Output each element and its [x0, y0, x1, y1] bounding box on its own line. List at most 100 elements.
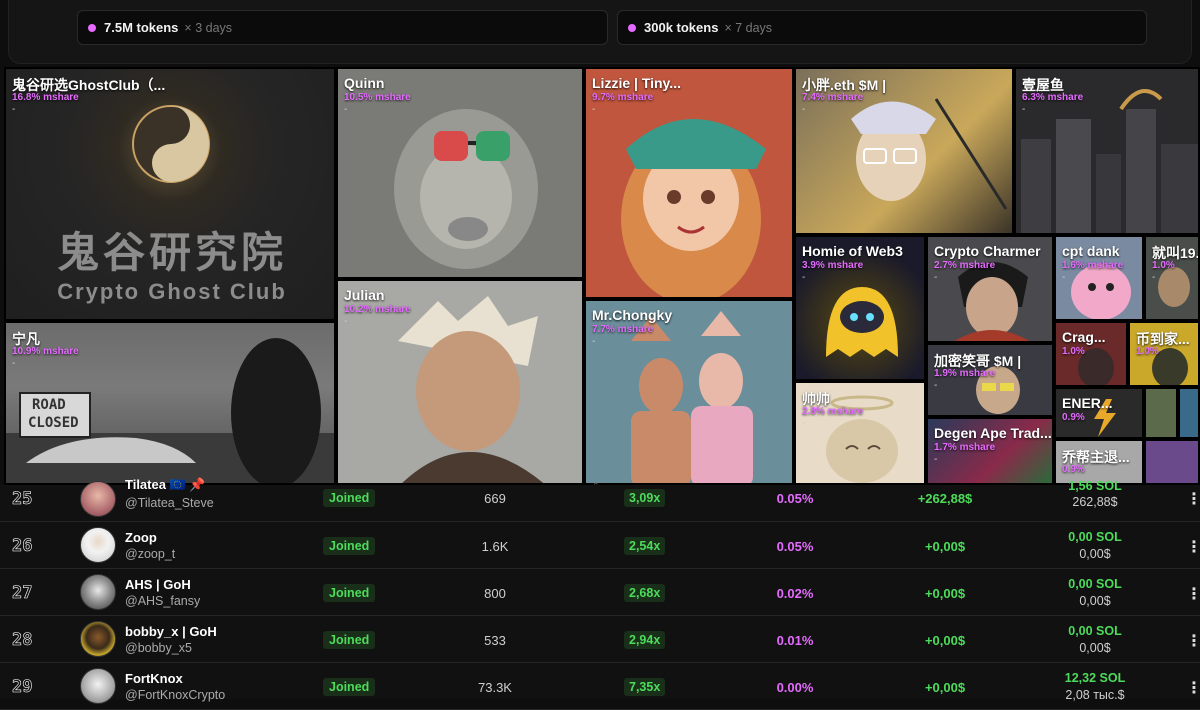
tile-mshare: 1.0%	[1062, 346, 1085, 357]
token-pool-3-days[interactable]: 7.5M tokens × 3 days	[77, 10, 608, 45]
treemap-tile-crag[interactable]: Crag... 1.0%	[1054, 321, 1128, 387]
treemap-tile-shuaishuai[interactable]: 帅帅 2.8% mshare -	[794, 381, 926, 485]
followers-count: 533	[484, 633, 506, 648]
treemap-tile-cryptocharmer[interactable]: Crypto Charmer 2.7% mshare -	[926, 235, 1054, 343]
row-rank: 25	[12, 489, 33, 510]
multiplier-badge: 2,54x	[624, 537, 666, 555]
usd-balance: 0,00$	[1079, 594, 1111, 608]
multiplier-badge: 3,09x	[624, 489, 666, 507]
table-row[interactable]: 29 FortKnox @FortKnoxCrypto Joined 73.3K…	[0, 663, 1200, 710]
multiplier-badge: 2,94x	[624, 631, 666, 649]
user-name[interactable]: FortKnox	[125, 671, 183, 686]
tile-mshare: 6.3% mshare	[1022, 92, 1084, 103]
sol-balance: 0,00 SOL	[1068, 577, 1122, 591]
row-rank: 28	[12, 630, 33, 651]
sol-balance: 1,56 SOL	[1068, 479, 1122, 493]
tile-mshare: 9.7% mshare	[592, 92, 654, 103]
table-row[interactable]: 26 Zoop @zoop_t Joined 1.6K 2,54x 0.05% …	[0, 522, 1200, 569]
usd-balance: 0,00$	[1079, 641, 1111, 655]
multiplier-badge: 7,35x	[624, 678, 666, 696]
tile-change: -	[12, 358, 16, 369]
tile-mshare: 1.0%	[1136, 346, 1159, 357]
user-handle[interactable]: @bobby_x5	[125, 641, 192, 655]
table-row[interactable]: 27 AHS | GoH @AHS_fansy Joined 800 2,68x…	[0, 569, 1200, 616]
user-name[interactable]: AHS | GoH	[125, 577, 191, 592]
mshare-value: 0.05%	[776, 539, 814, 554]
user-handle[interactable]: @FortKnoxCrypto	[125, 688, 225, 702]
avatar[interactable]	[80, 527, 116, 563]
multiplier-badge: 2,68x	[624, 584, 666, 602]
avatar[interactable]	[80, 481, 116, 517]
tile-name: ENER...	[1062, 395, 1113, 411]
status-badge: Joined	[323, 584, 376, 602]
treemap-tile-small-avatar[interactable]	[1178, 387, 1200, 439]
profit-value: +0,00$	[924, 539, 966, 554]
tile-mshare: 10.9% mshare	[12, 346, 79, 357]
tile-change: -	[934, 380, 938, 391]
row-rank: 29	[12, 677, 33, 698]
table-row[interactable]: 25 Tilatea 🇪🇺 📌 @Tilatea_Steve Joined 66…	[0, 475, 1200, 522]
ghostclub-logo-subtext: Crypto Ghost Club	[57, 279, 287, 304]
tile-mshare: 1.0%	[1152, 260, 1175, 271]
sol-balance: 12,32 SOL	[1064, 671, 1126, 685]
road-sign-text: CLOSED	[28, 415, 79, 431]
treemap-tile-lizzie[interactable]: Lizzie | Tiny... 9.7% mshare -	[584, 67, 794, 299]
user-handle[interactable]: @Tilatea_Steve	[125, 496, 214, 510]
more-options-icon[interactable]: ⋮	[1186, 678, 1200, 698]
more-options-icon[interactable]: ⋮	[1186, 537, 1200, 557]
tile-name: Quinn	[344, 75, 385, 91]
user-handle[interactable]: @zoop_t	[125, 547, 175, 561]
tile-change: -	[802, 104, 806, 115]
tile-mshare: 3.9% mshare	[802, 260, 864, 271]
tile-mshare: 7.7% mshare	[592, 324, 654, 335]
tile-name: Homie of Web3	[802, 243, 903, 259]
more-options-icon[interactable]: ⋮	[1186, 584, 1200, 604]
treemap-tile-julian[interactable]: Julian 10.2% mshare -	[336, 279, 584, 485]
row-rank: 26	[12, 536, 33, 557]
treemap-tile-homie[interactable]: Homie of Web3 3.9% mshare -	[794, 235, 926, 381]
treemap-tile-yiwuyu[interactable]: 壹屋鱼 6.3% mshare -	[1014, 67, 1200, 235]
table-row[interactable]: 28 bobby_x | GoH @bobby_x5 Joined 533 2,…	[0, 616, 1200, 663]
reward-pools-panel: 7.5M tokens × 3 days 300k tokens × 7 day…	[8, 0, 1192, 64]
user-name[interactable]: Tilatea 🇪🇺 📌	[125, 477, 206, 493]
followers-count: 1.6K	[481, 539, 509, 554]
tile-change: -	[12, 104, 16, 115]
tile-mshare: 1.7% mshare	[934, 442, 996, 453]
mindshare-treemap: 鬼谷研究院 Crypto Ghost Club 鬼谷研选GhostClub（..…	[4, 67, 1200, 485]
tile-name: Lizzie | Tiny...	[592, 75, 681, 91]
treemap-tile-small-avatar[interactable]	[1144, 387, 1178, 439]
road-sign-text: ROAD	[32, 397, 66, 413]
more-options-icon[interactable]: ⋮	[1186, 489, 1200, 509]
mshare-value: 0.05%	[776, 491, 814, 506]
more-options-icon[interactable]: ⋮	[1186, 631, 1200, 651]
avatar[interactable]	[80, 574, 116, 610]
row-rank: 27	[12, 583, 33, 604]
user-handle[interactable]: @AHS_fansy	[125, 594, 200, 608]
tile-art	[1146, 389, 1176, 437]
treemap-tile-bidaojia[interactable]: 币到家... 1.0%	[1128, 321, 1200, 387]
status-badge: Joined	[323, 631, 376, 649]
treemap-tile-mrchongky[interactable]: Mr.Chongky 7.7% mshare -	[584, 299, 794, 485]
user-name[interactable]: bobby_x | GoH	[125, 624, 217, 639]
sol-balance: 0,00 SOL	[1068, 624, 1122, 638]
treemap-tile-jiamixiaoge[interactable]: 加密笑哥 $M | 1.9% mshare -	[926, 343, 1054, 417]
treemap-tile-xiaopang[interactable]: 小胖.eth $M | 7.4% mshare -	[794, 67, 1014, 235]
token-pool-7-days[interactable]: 300k tokens × 7 days	[617, 10, 1147, 45]
treemap-tile-ghostclub[interactable]: 鬼谷研究院 Crypto Ghost Club 鬼谷研选GhostClub（..…	[4, 67, 336, 321]
pool-period: × 3 days	[184, 20, 233, 35]
tile-change: -	[344, 104, 348, 115]
treemap-tile-quinn[interactable]: Quinn 10.5% mshare -	[336, 67, 584, 279]
treemap-tile-jiujiao19[interactable]: 就叫19... 1.0% -	[1144, 235, 1200, 321]
tile-mshare: 2.7% mshare	[934, 260, 996, 271]
tile-change: -	[592, 336, 596, 347]
avatar[interactable]	[80, 621, 116, 657]
status-badge: Joined	[323, 678, 376, 696]
user-name[interactable]: Zoop	[125, 530, 157, 545]
treemap-tile-cptdank[interactable]: cpt dank 1.6% mshare -	[1054, 235, 1144, 321]
tile-change: -	[344, 316, 348, 327]
tile-name: Degen Ape Trad...	[934, 425, 1052, 441]
tile-mshare: 1.6% mshare	[1062, 260, 1124, 271]
treemap-tile-ningfan[interactable]: ROAD CLOSED 宁凡 10.9% mshare -	[4, 321, 336, 485]
treemap-tile-ener[interactable]: ENER... 0.9%	[1054, 387, 1144, 439]
followers-count: 800	[484, 586, 506, 601]
